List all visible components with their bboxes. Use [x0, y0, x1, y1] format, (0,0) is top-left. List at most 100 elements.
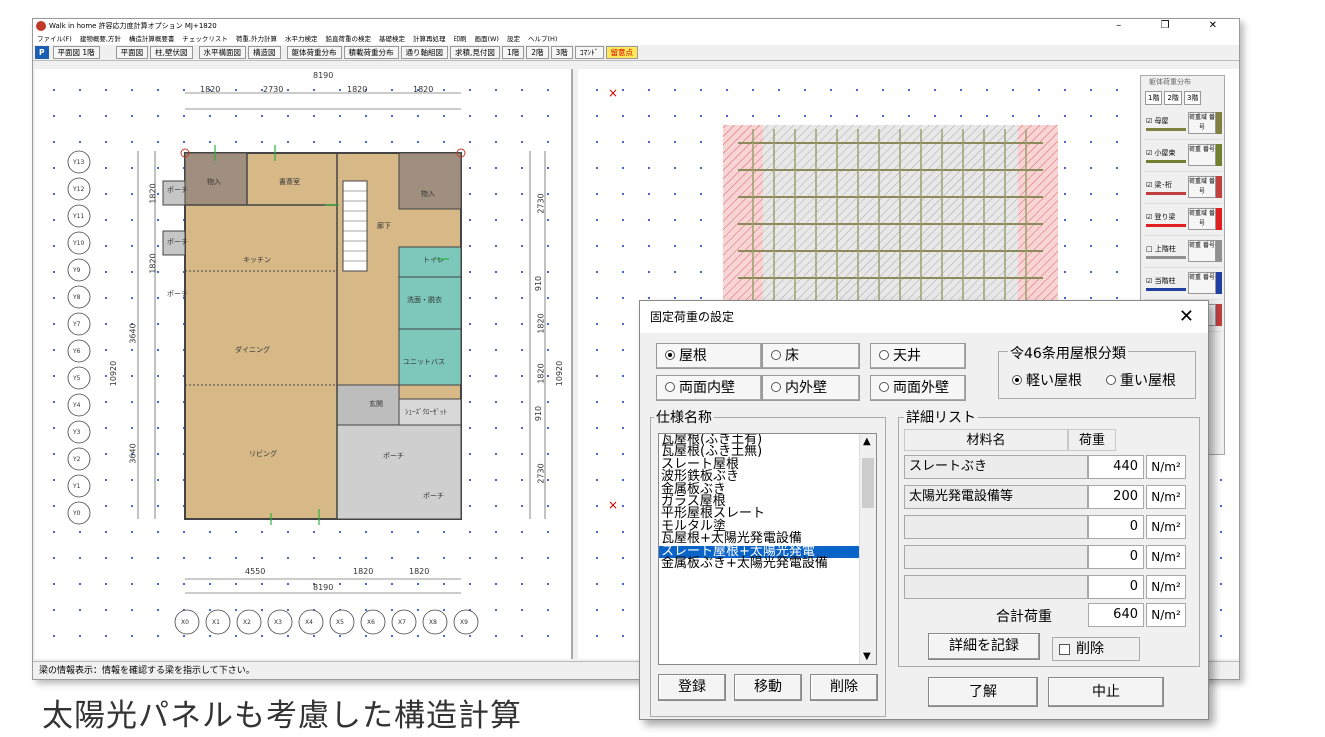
p-button[interactable]: P: [35, 46, 49, 59]
toolbar-floor-view[interactable]: 平面図 1階: [52, 46, 100, 59]
legend-row[interactable]: ☑ 当階柱 荷重 番号: [1144, 270, 1222, 300]
dimension-label-left: 10920: [109, 360, 119, 387]
load-type-radio[interactable]: 内外壁: [762, 375, 860, 401]
toolbar-button[interactable]: 平面図: [115, 46, 149, 59]
legend-row[interactable]: □ 上階柱 荷重 番号: [1144, 238, 1222, 268]
spec-listbox[interactable]: 瓦屋根(ふき土有) 瓦屋根(ふき土無) スレート屋根 波形鉄板ぶき 金属板ぶき ガラス屋根…: [658, 433, 877, 665]
menu-item[interactable]: 建物概要,方針: [80, 35, 121, 43]
menu-item[interactable]: ヘルプ(H): [528, 35, 557, 43]
legend-row[interactable]: ☑ 梁･桁 荷重域 番号: [1144, 174, 1222, 204]
toolbar-button[interactable]: 1階: [501, 46, 525, 59]
menu-item[interactable]: ファイル(F): [37, 35, 72, 43]
toolbar-button[interactable]: 柱,壁伏図: [150, 46, 193, 59]
menu-item[interactable]: 印刷: [453, 35, 466, 43]
dimension-label-bottom: 8190: [313, 583, 334, 592]
spec-list-item[interactable]: 金属板ぶき+太陽光発電設備: [659, 557, 876, 570]
scroll-down-icon[interactable]: ▼: [863, 651, 871, 662]
dimension-label-bottom: 1820: [409, 567, 430, 576]
roof-light-radio[interactable]: 軽い屋根: [1012, 369, 1082, 393]
axis-label-y: Y2: [73, 456, 81, 463]
legend-row-button[interactable]: 荷重域 番号: [1188, 112, 1216, 134]
window-controls[interactable]: – ❐ ✕: [1116, 19, 1235, 33]
menu-item[interactable]: 計算再処理: [413, 35, 446, 43]
detail-load-cell[interactable]: 200: [1088, 485, 1144, 509]
menu-item[interactable]: 基礎検定: [379, 35, 405, 43]
legend-row-button[interactable]: 荷重域 番号: [1188, 176, 1216, 198]
detail-load-cell[interactable]: 0: [1088, 515, 1144, 539]
toolbar-button[interactable]: 3階: [550, 46, 573, 59]
toolbar-button[interactable]: 構造図: [248, 46, 281, 59]
legend-row-button[interactable]: 荷重域 番号: [1188, 208, 1216, 230]
menu-item[interactable]: 鉛直荷重の検定: [325, 35, 371, 43]
register-button[interactable]: 登録: [658, 674, 726, 701]
spec-scrollbar[interactable]: ▲ ▼: [859, 434, 876, 664]
toolbar-button[interactable]: 通り軸組図: [400, 46, 449, 59]
dimension-label-top: 1820: [347, 85, 368, 94]
legend-row-label: ☑ 登り梁: [1146, 213, 1176, 221]
load-type-radio[interactable]: 屋根: [656, 343, 762, 369]
legend-tab[interactable]: 3階: [1183, 91, 1202, 105]
detail-material-cell[interactable]: 太陽光発電設備等: [904, 485, 1088, 509]
delete-button[interactable]: 削除: [810, 674, 878, 701]
detail-unit-cell: N/m²: [1146, 545, 1186, 569]
load-type-radio[interactable]: 天井: [870, 343, 966, 369]
ok-button[interactable]: 了解: [928, 677, 1038, 707]
toolbar-button[interactable]: 2階: [526, 46, 549, 59]
axis-label-x: X3: [274, 619, 282, 626]
toolbar-button[interactable]: ｺﾏﾝﾄﾞ: [574, 46, 604, 59]
dimension-label-right: 2730: [536, 193, 546, 214]
toolbar-button[interactable]: 求積,見付図: [450, 46, 500, 59]
detail-material-cell[interactable]: [904, 545, 1088, 569]
dimension-label-right: 910: [534, 405, 544, 422]
scroll-thumb[interactable]: [862, 458, 874, 508]
load-type-radio[interactable]: 床: [762, 343, 860, 369]
legend-color-bar: [1146, 128, 1186, 131]
record-detail-button[interactable]: 詳細を記録: [928, 633, 1040, 660]
svg-text:×: ×: [608, 498, 618, 512]
toolbar-button[interactable]: 積載荷重分布: [343, 46, 399, 59]
roof-heavy-radio[interactable]: 重い屋根: [1106, 369, 1176, 393]
legend-row[interactable]: ☑ 母屋 荷重域 番号: [1144, 110, 1222, 140]
menu-item[interactable]: 画面(W): [474, 35, 499, 43]
detail-load-cell[interactable]: 0: [1088, 545, 1144, 569]
move-button[interactable]: 移動: [734, 674, 802, 701]
delete-checkbox[interactable]: 削除: [1052, 637, 1140, 661]
legend-row-label: ☑ 小屋束: [1146, 149, 1176, 157]
room-label: ポーチ: [167, 238, 188, 246]
cancel-button[interactable]: 中止: [1048, 677, 1164, 707]
axis-label-y: Y8: [73, 294, 81, 301]
load-type-radio[interactable]: 両面内壁: [656, 375, 762, 401]
floor-plan-pane[interactable]: 8190 1820 2730 1820 1820 4550 1820 1820 8190 2730…: [35, 69, 573, 659]
menu-item[interactable]: 構造計算概要書: [129, 35, 175, 43]
scroll-up-icon[interactable]: ▲: [863, 436, 871, 447]
detail-load-cell[interactable]: 440: [1088, 455, 1144, 479]
detail-load-cell[interactable]: 0: [1088, 575, 1144, 599]
radio-icon: [879, 350, 889, 360]
menu-item[interactable]: 水平力検定: [285, 35, 318, 43]
legend-row-button[interactable]: 荷重 番号: [1188, 240, 1216, 262]
title-bar: Walk in home 許容応力度計算オプション MJ+1820 – ❐ ✕: [33, 19, 1239, 33]
detail-material-cell[interactable]: スレートぶき: [904, 455, 1088, 479]
menu-item[interactable]: 設定: [507, 35, 520, 43]
axis-label-y: Y3: [73, 429, 81, 436]
toolbar-button[interactable]: 留意点: [605, 46, 639, 59]
detail-material-cell[interactable]: [904, 515, 1088, 539]
legend-row[interactable]: ☑ 小屋束 荷重 番号: [1144, 142, 1222, 172]
dimension-label-top: 2730: [263, 85, 284, 94]
caption-text: 太陽光パネルも考慮した構造計算: [42, 698, 522, 734]
load-type-radio[interactable]: 両面外壁: [870, 375, 966, 401]
close-icon[interactable]: ✕: [1179, 301, 1194, 333]
menu-item[interactable]: 荷重,外力計算: [236, 35, 277, 43]
toolbar-button[interactable]: 躯体荷重分布: [286, 46, 342, 59]
radio-icon: [879, 382, 889, 392]
menu-item[interactable]: チェックリスト: [182, 35, 228, 43]
col-material-header: 材料名: [904, 429, 1068, 451]
legend-row-button[interactable]: 荷重 番号: [1188, 144, 1216, 166]
legend-row[interactable]: ☑ 登り梁 荷重域 番号: [1144, 206, 1222, 236]
legend-tab[interactable]: 1階: [1145, 91, 1163, 105]
axis-label-y: Y1: [73, 483, 81, 490]
legend-row-button[interactable]: 荷重 番号: [1188, 272, 1216, 294]
toolbar-button[interactable]: 水平構面図: [198, 46, 247, 59]
legend-tab[interactable]: 2階: [1164, 91, 1182, 105]
detail-material-cell[interactable]: [904, 575, 1088, 599]
